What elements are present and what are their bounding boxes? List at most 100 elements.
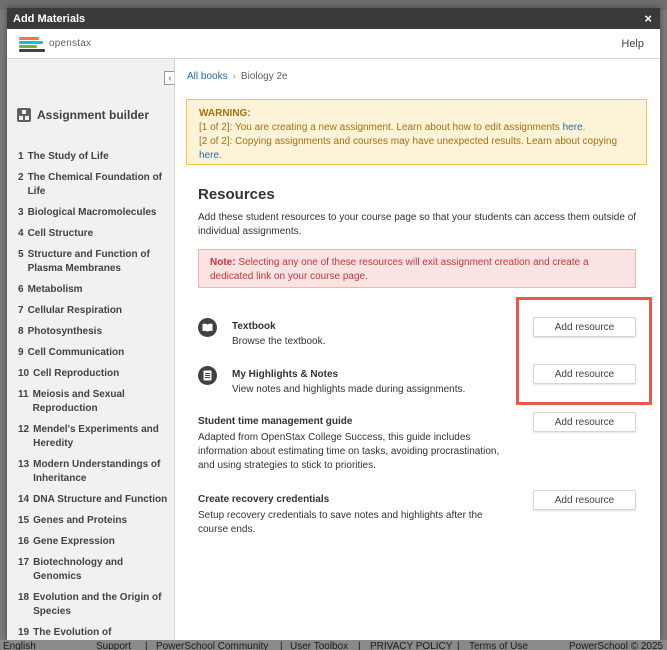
assignment-builder-icon [17,108,31,122]
footer-separator: | [145,641,148,650]
chapter-title: Biological Macromolecules [27,207,157,218]
sidebar-header: Assignment builder [17,108,149,122]
footer-link[interactable]: PowerSchool © 2025 [569,642,663,650]
chapter-title: The Study of Life [27,151,109,162]
breadcrumb-chevron-icon: › [232,71,236,82]
chapter-number: 15 [18,515,30,526]
warning-line-2-end: . [219,150,222,161]
chapter-title: Genes and Proteins [33,515,128,526]
chapter-item[interactable]: 17 Biotechnology and Genomics [18,556,172,584]
chapter-item[interactable]: 18 Evolution and the Origin of Species [18,591,172,619]
chapter-item[interactable]: 9 Cell Communication [18,346,172,360]
chapter-number: 16 [18,536,30,547]
chapter-item[interactable]: 6 Metabolism [18,283,172,297]
chapter-title: Gene Expression [33,536,115,547]
chapter-item[interactable]: 8 Photosynthesis [18,325,172,339]
notes-icon [198,366,217,385]
chapter-item[interactable]: 10 Cell Reproduction [18,367,172,381]
chapter-number: 2 [18,172,24,183]
openstax-logo-icon [19,35,45,53]
add-materials-modal: Add Materials × openstax Help ‹ Assignme… [7,8,660,640]
chapter-item[interactable]: 1 The Study of Life [18,150,172,164]
chapter-title: Cellular Respiration [27,305,123,316]
chapter-item[interactable]: 16 Gene Expression [18,535,172,549]
chapter-title: Cell Reproduction [33,368,120,379]
modal-body: ‹ Assignment builder 1 The Study of Life 2… [7,59,660,640]
annotation-highlight-box [516,297,652,405]
chapter-title: Cell Structure [27,228,94,239]
warning-line-1: [1 of 2]: You are creating a new assignm… [199,121,634,135]
chapter-item[interactable]: 2 The Chemical Foundation of Life [18,171,172,199]
chapter-item[interactable]: 19 The Evolution of [18,626,172,640]
chapter-number: 3 [18,207,24,218]
chapter-number: 6 [18,284,24,295]
chapter-title: Mendel's Experiments and Heredity [33,424,159,449]
footer-separator: | [457,641,460,650]
add-time-management-guide-button[interactable]: Add resource [533,412,636,432]
chapter-number: 1 [18,151,24,162]
chapter-title: Cell Communication [27,347,125,358]
resources-description: Add these student resources to your cour… [198,212,637,237]
warning-line-1-end: . [582,122,586,133]
chapter-title: Biotechnology and Genomics [33,557,124,582]
chapter-item[interactable]: 14 DNA Structure and Function [18,493,172,507]
chapter-item[interactable]: 7 Cellular Respiration [18,304,172,318]
chapter-item[interactable]: 3 Biological Macromolecules [18,206,172,220]
chapter-number: 9 [18,347,24,358]
chapter-item[interactable]: 5 Structure and Function of Plasma Membra… [18,248,172,276]
chapter-number: 8 [18,326,24,337]
edit-assignments-help-link[interactable]: here [563,122,583,133]
resource-recovery-credentials: Create recovery credentials Setup recove… [198,494,508,537]
collapse-sidebar-button[interactable]: ‹ [164,71,174,85]
chapter-number: 11 [18,389,29,400]
modal-title: Add Materials [13,12,86,25]
footer-link[interactable]: Support [96,642,131,650]
resource-title: Create recovery credentials [198,494,330,505]
chapter-item[interactable]: 12 Mendel's Experiments and Heredity [18,423,172,451]
chapter-item[interactable]: 13 Modern Understandings of Inheritance [18,458,172,486]
footer-link[interactable]: PowerSchool Community [156,642,268,650]
warning-banner: WARNING: [1 of 2]: You are creating a ne… [186,99,647,165]
main-content: All books › Biology 2e WARNING: [1 of 2]… [175,59,660,640]
breadcrumb-all-books[interactable]: All books [187,71,228,82]
breadcrumb: All books › Biology 2e [187,71,288,82]
modal-titlebar: Add Materials × [7,8,660,29]
footer-link[interactable]: PRIVACY POLICY [370,642,452,650]
warning-line-2-text: [2 of 2]: Copying assignments and course… [199,136,618,147]
footer-link[interactable]: User Toolbox [290,642,348,650]
chapter-number: 14 [18,494,30,505]
chapter-list: 1 The Study of Life 2 The Chemical Foundati… [18,150,172,640]
chapter-number: 10 [18,368,30,379]
page-footer: English Support | PowerSchool Community | Use… [0,640,667,650]
chapter-item[interactable]: 4 Cell Structure [18,227,172,241]
chapter-title: Photosynthesis [27,326,103,337]
chapter-number: 4 [18,228,24,239]
resource-description: Adapted from OpenStax College Success, t… [198,432,500,471]
close-button[interactable]: × [644,11,652,26]
openstax-logo: openstax [19,35,91,53]
resource-time-management-guide: Student time management guide Adapted fr… [198,416,508,473]
chapter-item[interactable]: 11 Meiosis and Sexual Reproduction [18,388,172,416]
chapter-item[interactable]: 15 Genes and Proteins [18,514,172,528]
add-recovery-credentials-button[interactable]: Add resource [533,490,636,510]
book-icon [198,318,217,337]
help-link[interactable]: Help [621,38,644,50]
resource-title: Student time management guide [198,416,353,427]
logo-text: openstax [49,38,92,49]
footer-link[interactable]: English [3,642,36,650]
chapter-title: Modern Understandings of Inheritance [33,459,161,484]
footer-separator: | [358,641,361,650]
footer-link[interactable]: Terms of Use [469,642,528,650]
chapter-title: Meiosis and Sexual Reproduction [32,389,125,414]
footer-separator: | [280,641,283,650]
chapter-number: 5 [18,249,24,260]
chapter-title: Evolution and the Origin of Species [33,592,162,617]
breadcrumb-current: Biology 2e [240,71,288,82]
chapter-number: 7 [18,305,24,316]
warning-title: WARNING: [199,108,251,119]
copying-help-link[interactable]: here [199,150,219,161]
note-text: Selecting any one of these resources wil… [210,257,589,282]
chapter-title: DNA Structure and Function [33,494,168,505]
chapter-title: The Chemical Foundation of Life [27,172,163,197]
chapter-number: 18 [18,592,30,603]
